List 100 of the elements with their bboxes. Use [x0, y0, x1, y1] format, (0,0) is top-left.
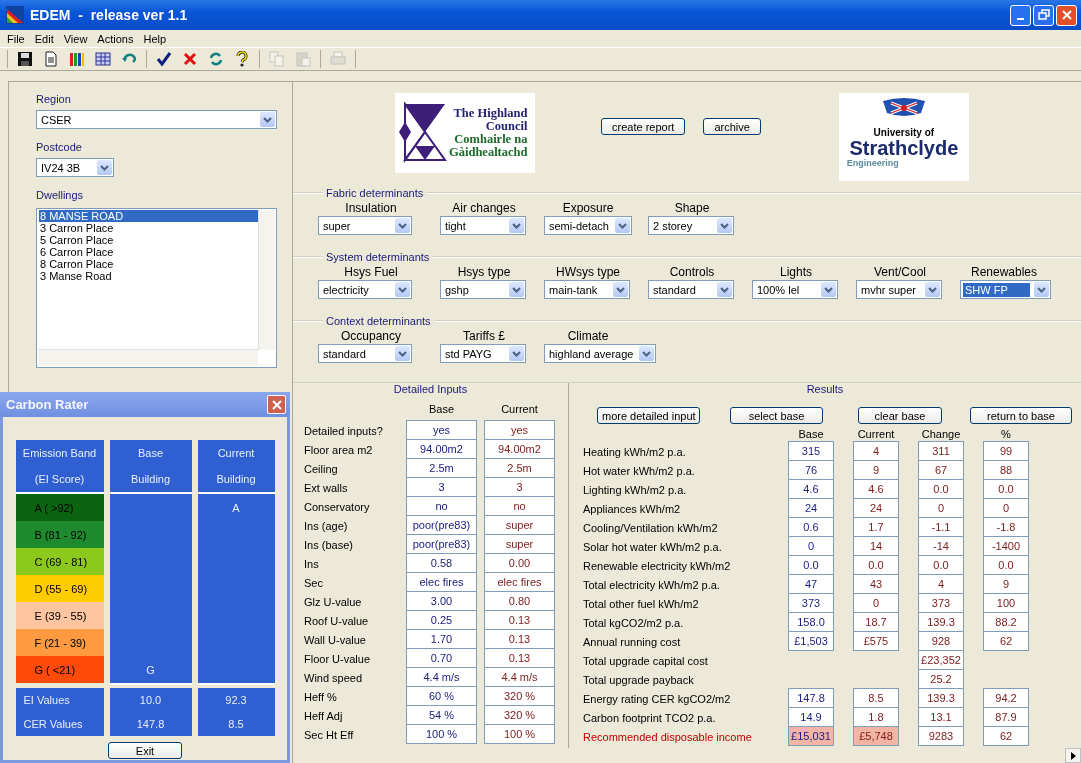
menu-item[interactable]: Edit — [29, 32, 59, 45]
close-button[interactable] — [1056, 4, 1077, 26]
close-icon — [1060, 9, 1073, 21]
close-icon — [271, 399, 282, 410]
value-cell: 373 — [788, 593, 834, 613]
value-cell: £23,352 — [918, 650, 964, 670]
list-item[interactable]: 3 Carron Place — [39, 222, 259, 234]
column-header: Current — [856, 428, 896, 440]
value-cell: 62 — [983, 631, 1029, 651]
dropdown[interactable]: super — [318, 216, 412, 235]
value-cell: £15,031 — [788, 726, 834, 746]
row-label: Detailed inputs? — [304, 424, 384, 437]
band-label: F (21 - 39) — [15, 629, 104, 657]
value-cell: 4 — [853, 441, 899, 461]
menu-item[interactable]: Help — [138, 32, 172, 45]
value-cell: 94.2 — [983, 688, 1029, 708]
dwellings-label: Dwellings — [36, 189, 84, 201]
dropdown[interactable]: electricity — [318, 280, 412, 299]
window-title: EDEM - release ver 1.1 — [30, 7, 188, 23]
value-cell: 54 % — [406, 705, 477, 725]
menu-item[interactable]: Actions — [92, 32, 139, 45]
close-button[interactable] — [267, 395, 286, 415]
dropdown[interactable]: SHW FP — [960, 280, 1051, 299]
value-cell: -1.1 — [918, 517, 964, 537]
dropdown[interactable]: highland average — [544, 344, 657, 363]
row-label: Annual running cost — [583, 635, 682, 648]
row-label: Heating kWh/m2 p.a. — [583, 445, 687, 458]
band-label: A ( >92) — [15, 494, 104, 522]
value-cell: 315 — [788, 441, 834, 461]
dropdown[interactable]: standard — [648, 280, 734, 299]
action-button[interactable]: select base — [730, 407, 823, 424]
value-cell: 158.0 — [788, 612, 834, 632]
value-cell: 94.00m2 — [406, 439, 477, 459]
value-cell: 1.7 — [853, 517, 899, 537]
value-cell: 0.6 — [788, 517, 834, 537]
list-item[interactable]: 6 Carron Place — [39, 246, 259, 258]
archive-button[interactable]: archive — [703, 118, 761, 135]
band-label: E (39 - 55) — [15, 602, 104, 630]
create-report-button[interactable]: create report — [601, 118, 686, 135]
dropdown[interactable]: 2 storey — [648, 216, 734, 235]
scroll-right-button[interactable] — [1065, 748, 1081, 763]
horizontal-scrollbar[interactable] — [38, 349, 258, 366]
row-label: Energy rating CER kgCO2/m2 — [583, 692, 732, 705]
dropdown[interactable]: mvhr super — [856, 280, 942, 299]
value-cell: 4.6 — [788, 479, 834, 499]
row-label: Roof U-value — [304, 614, 370, 627]
restore-icon — [1037, 9, 1050, 21]
field-label: Vent/Cool — [872, 265, 927, 280]
list-item[interactable]: 5 Carron Place — [39, 234, 259, 246]
value-cell: 8.5 — [853, 688, 899, 708]
value-cell: 0.0 — [918, 479, 964, 499]
field-label: Hsys Fuel — [343, 265, 399, 280]
value-cell: yes — [406, 420, 477, 440]
exit-button[interactable]: Exit — [108, 742, 182, 760]
minimize-button[interactable] — [1010, 4, 1031, 26]
dropdown[interactable]: tight — [440, 216, 526, 235]
value-cell: 3 — [406, 477, 477, 497]
field-label: Tariffs £ — [462, 329, 506, 344]
list-item[interactable]: 8 MANSE ROAD — [39, 210, 259, 222]
value-cell: 1.8 — [853, 707, 899, 727]
region-dropdown[interactable]: CSER — [36, 110, 277, 129]
section-title: Detailed Inputs — [393, 383, 468, 397]
action-button[interactable]: return to base — [970, 407, 1072, 424]
value-cell: 320 % — [484, 705, 555, 725]
row-label: Appliances kWh/m2 — [583, 502, 682, 515]
menu-item[interactable]: View — [58, 32, 93, 45]
menu-item[interactable]: File — [2, 32, 30, 45]
dropdown[interactable]: main-tank — [544, 280, 630, 299]
action-button[interactable]: clear base — [858, 407, 942, 424]
minimize-icon — [1017, 18, 1024, 20]
vertical-scrollbar[interactable] — [258, 210, 275, 350]
dropdown[interactable]: std PAYG — [440, 344, 526, 363]
dropdown[interactable]: standard — [318, 344, 412, 363]
band-label: D (55 - 69) — [15, 575, 104, 603]
group-title: Context determinants — [325, 315, 432, 327]
value-cell: 0.13 — [484, 648, 555, 668]
right-arrow-icon — [1070, 751, 1076, 760]
list-item[interactable]: 3 Manse Road — [39, 270, 259, 282]
list-item[interactable]: 8 Carron Place — [39, 258, 259, 270]
value-cell: poor(pre83) — [406, 534, 477, 554]
value-cell: yes — [484, 420, 555, 440]
action-button[interactable]: more detailed input — [597, 407, 700, 424]
value-cell: 0 — [853, 593, 899, 613]
value-cell: super — [484, 534, 555, 554]
dropdown[interactable]: 100% lel — [752, 280, 838, 299]
value-cell: 100 % — [406, 724, 477, 744]
restore-button[interactable] — [1033, 4, 1054, 26]
dropdown[interactable]: semi-detach — [544, 216, 632, 235]
postcode-dropdown[interactable]: IV24 3B — [36, 158, 114, 177]
value-cell: 62 — [983, 726, 1029, 746]
value-cell: 99 — [983, 441, 1029, 461]
value-cell: 9 — [983, 574, 1029, 594]
dropdown[interactable]: gshp — [440, 280, 526, 299]
row-label: Renewable electricity kWh/m2 — [583, 559, 732, 572]
row-label: Total kgCO2/m2 p.a. — [583, 616, 685, 629]
value-cell: 13.1 — [918, 707, 964, 727]
row-label: Glz U-value — [304, 595, 363, 608]
value-cell: 0.0 — [788, 555, 834, 575]
field-label: Controls — [668, 265, 716, 280]
logo-text: Engineering — [846, 158, 899, 168]
